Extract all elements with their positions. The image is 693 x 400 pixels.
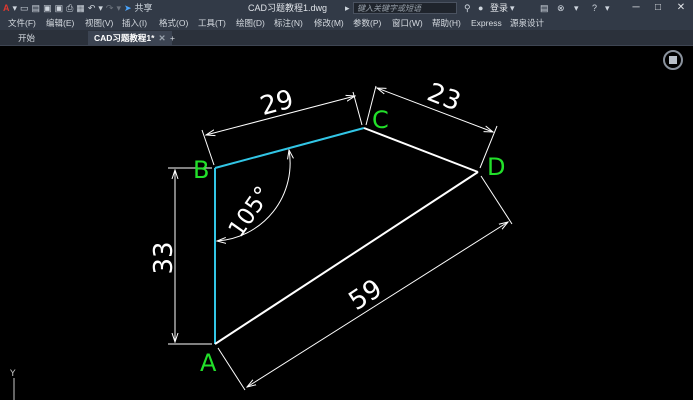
- login-dropdown-icon[interactable]: ▾: [510, 0, 515, 16]
- drawing-canvas[interactable]: 33 29 23 59 105° A B C D Y: [0, 46, 693, 400]
- redo-dropdown-icon[interactable]: ▾: [116, 0, 121, 16]
- menu-bar: 文件(F) 编辑(E) 视图(V) 插入(I) 格式(O) 工具(T) 绘图(D…: [0, 16, 693, 30]
- open-icon[interactable]: ▤: [32, 0, 41, 16]
- point-B-label: B: [193, 156, 209, 184]
- title-bar: A ▾ ▭ ▤ ▣ ▣ ⎙ ▦ ↶ ▾ ↷ ▾ ➤ 共享 CAD习题教程1.dw…: [0, 0, 693, 16]
- close-button[interactable]: ✕: [673, 0, 689, 16]
- app-logo-icon[interactable]: A: [3, 0, 10, 16]
- tab-start[interactable]: 开始: [12, 31, 41, 45]
- dimension-BC-text: 29: [257, 85, 297, 123]
- plot-icon[interactable]: ▦: [76, 0, 85, 16]
- tab-drawing[interactable]: CAD习题教程1* ✕: [88, 31, 172, 45]
- menu-view[interactable]: 视图(V): [85, 16, 113, 30]
- help-icon[interactable]: ?: [592, 0, 597, 16]
- menu-dimension[interactable]: 标注(N): [274, 16, 303, 30]
- menu-caret-icon[interactable]: ▾: [13, 0, 18, 16]
- add-tab-button[interactable]: +: [164, 31, 181, 45]
- point-D-label: D: [487, 153, 505, 181]
- menu-yuanquan[interactable]: 源泉设计: [510, 16, 544, 30]
- document-title: CAD习题教程1.dwg: [248, 3, 328, 13]
- tab-drawing-label: CAD习题教程1*: [94, 33, 155, 43]
- login-button[interactable]: 登录: [490, 0, 508, 16]
- dimension-AB-text: 33: [149, 241, 179, 274]
- undo-icon[interactable]: ↶: [88, 0, 96, 16]
- cart-icon[interactable]: ▤: [540, 0, 549, 16]
- menu-file[interactable]: 文件(F): [8, 16, 36, 30]
- file-tab-bar: 开始 CAD习题教程1* ✕ +: [0, 30, 693, 46]
- quick-access-toolbar: A ▾ ▭ ▤ ▣ ▣ ⎙ ▦ ↶ ▾ ↷ ▾ ➤ 共享: [3, 0, 156, 16]
- menu-edit[interactable]: 编辑(E): [46, 16, 74, 30]
- user-icon[interactable]: ●: [478, 0, 483, 16]
- share-icon[interactable]: ➤: [124, 0, 132, 16]
- menu-draw[interactable]: 绘图(D): [236, 16, 265, 30]
- print-icon[interactable]: ⎙: [66, 0, 73, 16]
- community-icon[interactable]: ▾: [574, 0, 579, 16]
- saveas-icon[interactable]: ▣: [55, 0, 64, 16]
- menu-format[interactable]: 格式(O): [159, 16, 188, 30]
- point-A-label: A: [200, 349, 217, 377]
- dimension-CD-text: 23: [423, 78, 465, 118]
- maximize-button[interactable]: □: [650, 0, 666, 16]
- menu-window[interactable]: 窗口(W): [392, 16, 423, 30]
- minimize-button[interactable]: ─: [628, 0, 644, 16]
- menu-insert[interactable]: 插入(I): [122, 16, 147, 30]
- search-arrow-icon[interactable]: ▸: [345, 0, 350, 16]
- menu-tools[interactable]: 工具(T): [198, 16, 226, 30]
- tab-start-label: 开始: [18, 33, 36, 43]
- search-input[interactable]: 键入关键字或短语: [353, 2, 457, 14]
- angle-B-text: 105°: [224, 182, 277, 242]
- connect-icon[interactable]: ⊗: [557, 0, 565, 16]
- viewcube-icon[interactable]: [663, 50, 683, 70]
- menu-express[interactable]: Express: [471, 16, 502, 30]
- new-icon[interactable]: ▭: [20, 0, 29, 16]
- ucs-icon: Y: [9, 369, 16, 400]
- dimension-AB[interactable]: 33: [149, 167, 212, 345]
- point-C-label: C: [372, 106, 389, 134]
- drawing-svg: 33 29 23 59 105° A B C D Y: [9, 50, 683, 400]
- ucs-y-label: Y: [9, 369, 16, 379]
- menu-parametric[interactable]: 参数(P): [353, 16, 381, 30]
- redo-icon[interactable]: ↷: [106, 0, 114, 16]
- share-label[interactable]: 共享: [135, 0, 153, 16]
- edge-CD[interactable]: [363, 127, 479, 173]
- dimension-BC[interactable]: 29: [201, 85, 363, 166]
- menu-help[interactable]: 帮助(H): [432, 16, 461, 30]
- dimension-AD-text: 59: [344, 274, 388, 317]
- undo-dropdown-icon[interactable]: ▾: [98, 0, 103, 16]
- save-icon[interactable]: ▣: [43, 0, 52, 16]
- menu-modify[interactable]: 修改(M): [314, 16, 344, 30]
- edge-BC[interactable]: [214, 127, 365, 169]
- search-icon[interactable]: ⚲: [464, 0, 471, 16]
- help-dropdown-icon[interactable]: ▾: [605, 0, 610, 16]
